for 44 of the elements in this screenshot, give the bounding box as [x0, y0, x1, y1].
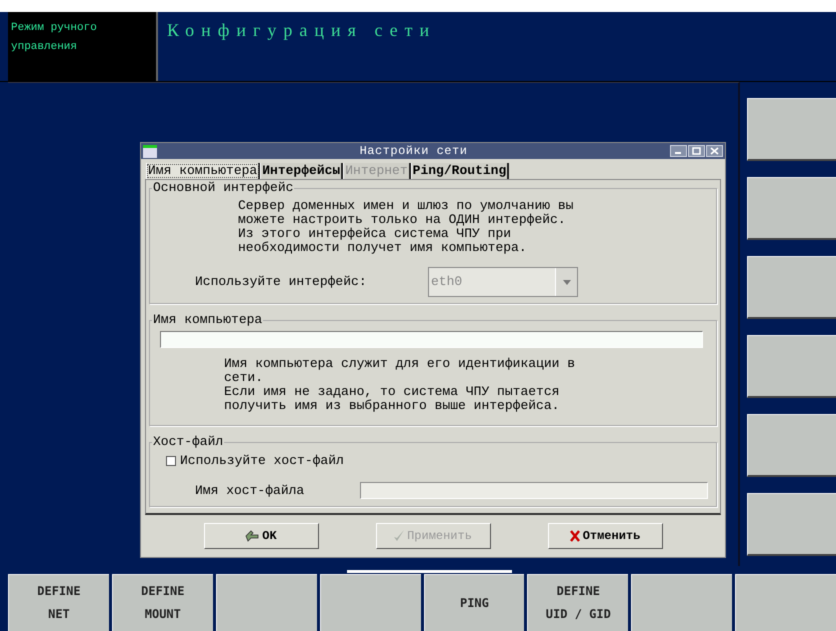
softkey[interactable]: DEFINE UID / GID: [527, 574, 628, 631]
softkey[interactable]: [747, 256, 836, 319]
close-icon: [710, 147, 719, 155]
softkey[interactable]: [747, 335, 836, 398]
group-title: Имя компьютера: [152, 313, 264, 327]
description-text: Если имя не задано, то система ЧПУ пытается: [224, 385, 560, 399]
checkbox-label: Используйте хост-файл: [180, 452, 344, 470]
softkey[interactable]: DEFINE MOUNT: [112, 574, 213, 631]
cross-icon: [570, 530, 580, 542]
hostname-field[interactable]: [160, 330, 703, 348]
tab[interactable]: Ping/Routing: [410, 163, 510, 179]
field-label: Имя хост-файла: [195, 482, 306, 500]
softkey[interactable]: DEFINE NET: [8, 574, 109, 631]
tab[interactable]: Имя компьютера: [146, 163, 260, 179]
group-title: Хост-файл: [152, 435, 224, 449]
combo-label: Используйте интерфейс:: [195, 273, 368, 292]
softkey[interactable]: [747, 493, 836, 556]
mode-text: Режим ручного управления: [11, 21, 98, 55]
description-text: получить имя из выбранного выше интерфейса.: [224, 399, 560, 413]
window-icon: [143, 144, 157, 158]
description-text: Сервер доменных имен и шлюз по умолчанию вы: [238, 199, 574, 213]
screen-title: Конфигурация сети: [167, 20, 436, 40]
description-text: Имя компьютера служит для его идентификации в: [224, 357, 576, 371]
minimize-button[interactable]: [670, 145, 687, 157]
dialog-button[interactable]: Отменить: [548, 523, 662, 549]
description-text: сети.: [224, 371, 264, 385]
checkmark-icon: [394, 530, 404, 542]
dialog-button[interactable]: OK: [204, 523, 318, 549]
close-button[interactable]: [706, 145, 723, 157]
maximize-button[interactable]: [688, 145, 705, 157]
checkbox[interactable]: [166, 456, 176, 466]
group-title: Основной интерфейс: [152, 181, 294, 195]
softkey[interactable]: [747, 177, 836, 240]
maximize-icon: [692, 147, 701, 155]
softkey[interactable]: PING: [424, 574, 524, 631]
softkey[interactable]: [747, 414, 836, 477]
dialog-title: Настройки сети: [358, 143, 468, 160]
caret-icon: [562, 280, 570, 284]
description-text: Из этого интерфейса система ЧПУ при: [238, 227, 512, 241]
description-text: необходимости получет имя компьютера.: [238, 241, 528, 255]
softkey[interactable]: [747, 98, 836, 161]
tab[interactable]: Интерфейсы: [260, 163, 344, 179]
dropdown-value: eth0: [430, 273, 464, 292]
description-text: можете настроить только на ОДИН интерфейс.: [238, 213, 567, 227]
